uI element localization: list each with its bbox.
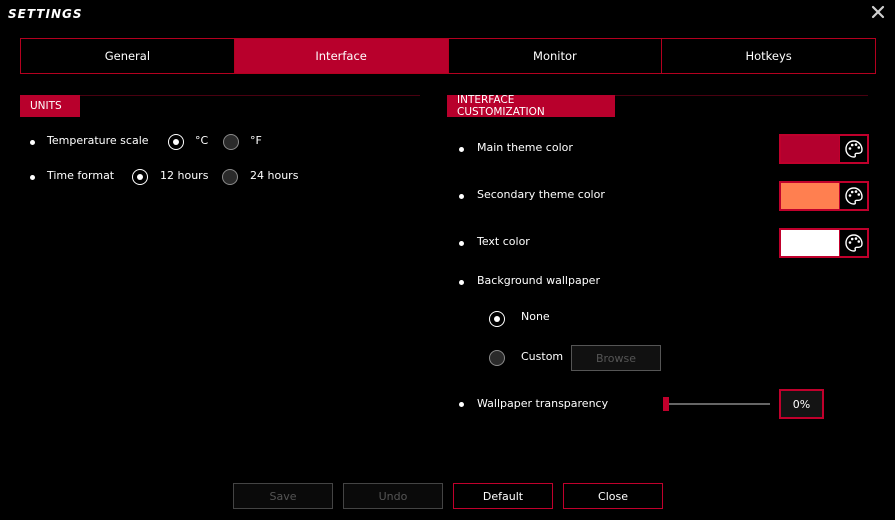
time-format-label: Time format (47, 169, 115, 182)
bullet (459, 194, 464, 199)
units-header: UNITS (20, 95, 80, 117)
window-title: SETTINGS (8, 7, 83, 21)
transparency-slider-track[interactable] (668, 403, 770, 405)
palette-icon[interactable] (839, 230, 867, 256)
tab-monitor[interactable]: Monitor (449, 39, 663, 73)
tab-bar: General Interface Monitor Hotkeys (20, 38, 876, 74)
text-color-swatch (781, 230, 839, 256)
close-button[interactable]: Close (563, 483, 663, 509)
wallpaper-custom-radio[interactable] (489, 350, 505, 366)
main-theme-picker[interactable] (779, 134, 869, 164)
time-12h-radio[interactable] (132, 169, 148, 185)
units-divider (80, 95, 420, 96)
secondary-theme-swatch (781, 183, 839, 209)
palette-icon[interactable] (839, 136, 867, 162)
bullet (459, 280, 464, 285)
wallpaper-transparency-label: Wallpaper transparency (477, 397, 609, 410)
transparency-slider-handle[interactable] (663, 397, 669, 411)
secondary-theme-picker[interactable] (779, 181, 869, 211)
wallpaper-none-radio[interactable] (489, 311, 505, 327)
customization-divider (615, 95, 868, 96)
wallpaper-none-label: None (521, 310, 550, 323)
time-12h-label: 12 hours (160, 169, 209, 182)
browse-button[interactable]: Browse (571, 345, 661, 371)
close-icon[interactable] (871, 5, 885, 19)
palette-icon[interactable] (839, 183, 867, 209)
background-wallpaper-label: Background wallpaper (477, 274, 600, 287)
bullet (459, 402, 464, 407)
tab-hotkeys[interactable]: Hotkeys (662, 39, 875, 73)
time-24h-radio[interactable] (222, 169, 238, 185)
temp-fahrenheit-radio[interactable] (223, 134, 239, 150)
main-theme-label: Main theme color (477, 141, 573, 154)
bullet (30, 175, 35, 180)
temp-celsius-label: °C (195, 134, 209, 147)
undo-button[interactable]: Undo (343, 483, 443, 509)
transparency-value: 0% (779, 389, 824, 419)
bullet (459, 147, 464, 152)
main-theme-swatch (781, 136, 839, 162)
temperature-scale-label: Temperature scale (47, 134, 149, 147)
text-color-label: Text color (477, 235, 530, 248)
bullet (459, 241, 464, 246)
tab-interface[interactable]: Interface (234, 39, 449, 73)
secondary-theme-label: Secondary theme color (477, 188, 605, 201)
save-button[interactable]: Save (233, 483, 333, 509)
default-button[interactable]: Default (453, 483, 553, 509)
temp-celsius-radio[interactable] (168, 134, 184, 150)
bullet (30, 140, 35, 145)
customization-header: INTERFACE CUSTOMIZATION (447, 94, 615, 118)
wallpaper-custom-label: Custom (521, 350, 564, 363)
time-24h-label: 24 hours (250, 169, 299, 182)
temp-fahrenheit-label: °F (250, 134, 262, 147)
text-color-picker[interactable] (779, 228, 869, 258)
tab-general[interactable]: General (21, 39, 235, 73)
